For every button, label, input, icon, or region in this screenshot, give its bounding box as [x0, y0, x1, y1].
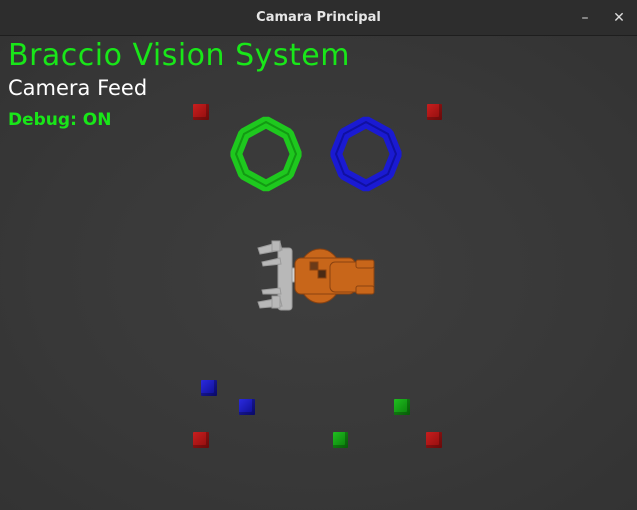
green-ring-target — [230, 116, 302, 192]
close-button[interactable]: ✕ — [607, 6, 631, 30]
window-title: Camara Principal — [256, 10, 381, 25]
blue-ring-target — [330, 116, 402, 192]
titlebar[interactable]: Camara Principal – ✕ — [0, 0, 637, 36]
camera-viewport: Braccio Vision System Camera Feed Debug:… — [0, 36, 637, 510]
scene-graphics — [230, 116, 402, 311]
minimize-button[interactable]: – — [573, 6, 597, 30]
app-window: Camara Principal – ✕ Braccio Vision Syst… — [0, 0, 637, 510]
braccio-robot-arm — [257, 240, 375, 311]
arm-body — [294, 248, 375, 304]
